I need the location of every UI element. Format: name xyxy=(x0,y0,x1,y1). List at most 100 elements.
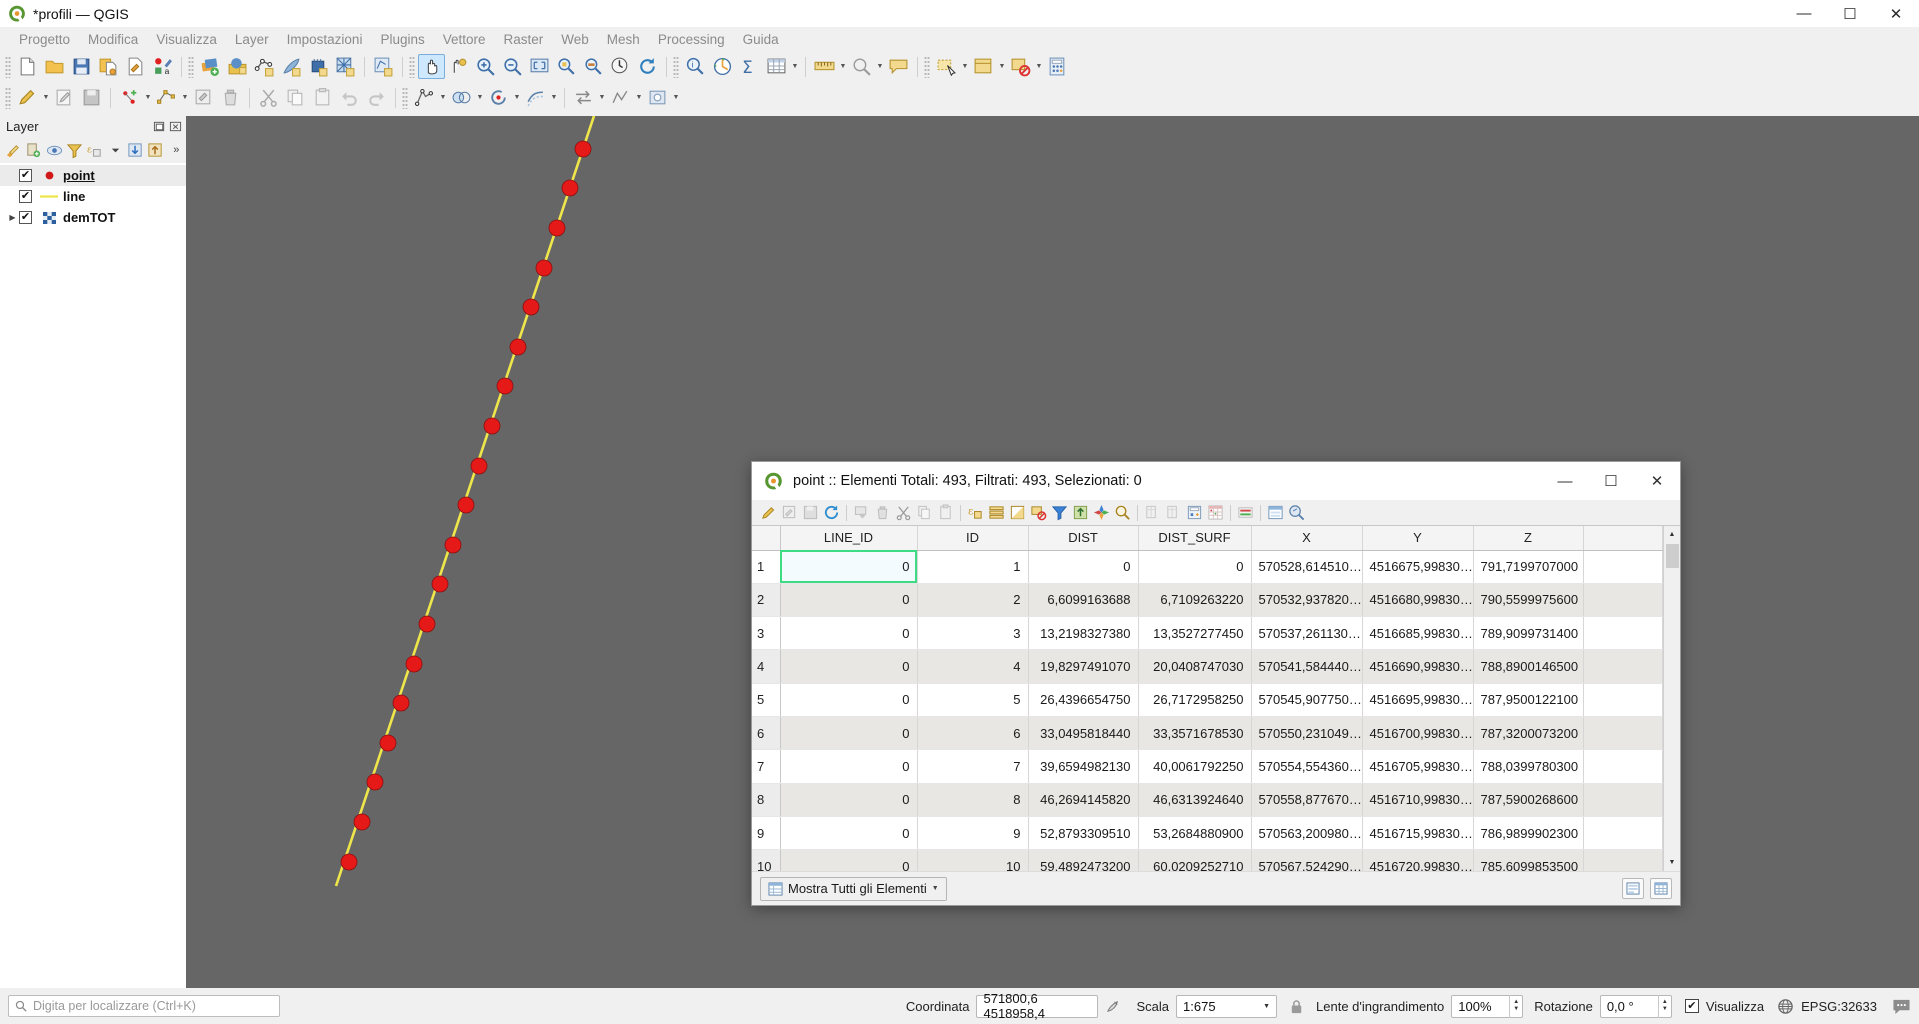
table-row[interactable]: 9 0 9 52,8793309510 53,2684880900 570563… xyxy=(752,816,1663,851)
cell-dist-surf[interactable]: 13,3527277450 xyxy=(1138,616,1252,651)
cell-y[interactable]: 4516715,99830… xyxy=(1362,816,1474,851)
new-field-icon[interactable] xyxy=(1142,502,1163,523)
table-row[interactable]: 1 0 1 0 0 570528,614510… 4516675,99830… … xyxy=(752,550,1663,584)
cell-dist-surf[interactable]: 33,3571678530 xyxy=(1138,716,1252,751)
toolbar-grip[interactable] xyxy=(188,55,194,78)
column-header-dist[interactable]: DIST xyxy=(1028,526,1139,551)
table-vertical-scrollbar[interactable]: ▲ ▼ xyxy=(1663,526,1680,871)
cell-z[interactable]: 787,5900268600 xyxy=(1473,783,1584,817)
menu-item-modifica[interactable]: Modifica xyxy=(79,29,147,50)
chevron-down-icon[interactable]: ▼ xyxy=(549,85,559,110)
cell-dist-surf[interactable]: 0 xyxy=(1138,550,1252,584)
cell-z[interactable]: 785,6099853500 xyxy=(1473,849,1584,871)
new-map-layer-icon[interactable] xyxy=(197,54,224,79)
map-canvas[interactable]: point :: Elementi Totali: 493, Filtrati:… xyxy=(186,116,1919,988)
add-feature-icon[interactable] xyxy=(851,502,872,523)
cell-line-id[interactable]: 0 xyxy=(780,716,918,751)
attribute-table-dialog[interactable]: point :: Elementi Totali: 493, Filtrati:… xyxy=(751,461,1681,906)
cell-x[interactable]: 570558,877670… xyxy=(1251,783,1363,817)
data-source-manager-icon[interactable] xyxy=(224,54,251,79)
simplify-feature-icon[interactable] xyxy=(607,85,634,110)
paste-features-icon[interactable] xyxy=(935,502,956,523)
chevron-down-icon[interactable]: ▼ xyxy=(790,54,800,79)
cell-dist-surf[interactable]: 26,7172958250 xyxy=(1138,683,1252,717)
table-view-button[interactable] xyxy=(1650,878,1672,899)
reverse-line-icon[interactable] xyxy=(570,85,597,110)
current-edits-icon[interactable] xyxy=(14,85,41,110)
table-row[interactable]: 10 0 10 59,4892473200 60,0209252710 5705… xyxy=(752,849,1663,871)
toolbar-grip[interactable] xyxy=(409,55,415,78)
table-row[interactable]: 3 0 3 13,2198327380 13,3527277450 570537… xyxy=(752,616,1663,651)
zoom-in-icon[interactable] xyxy=(472,54,499,79)
layer-visibility-checkbox[interactable]: ✔ xyxy=(19,211,32,224)
column-header-y[interactable]: Y xyxy=(1362,526,1474,551)
menu-item-layer[interactable]: Layer xyxy=(226,29,278,50)
cell-z[interactable]: 790,5599975600 xyxy=(1473,583,1584,618)
menu-item-plugins[interactable]: Plugins xyxy=(371,29,433,50)
toolbar-grip[interactable] xyxy=(402,86,408,109)
table-row[interactable]: 2 0 2 6,6099163688 6,7109263220 570532,9… xyxy=(752,583,1663,618)
cell-id[interactable]: 4 xyxy=(917,649,1029,684)
table-row[interactable]: 4 0 4 19,8297491070 20,0408747030 570541… xyxy=(752,649,1663,684)
cut-features-icon[interactable] xyxy=(255,85,282,110)
chevron-down-icon[interactable]: ▼ xyxy=(932,885,939,892)
dialog-minimize-button[interactable]: — xyxy=(1542,462,1588,500)
new-project-icon[interactable] xyxy=(14,54,41,79)
table-row[interactable]: 7 0 7 39,6594982130 40,0061792250 570554… xyxy=(752,749,1663,784)
cell-x[interactable]: 570563,200980… xyxy=(1251,816,1363,851)
cell-dist-surf[interactable]: 20,0408747030 xyxy=(1138,649,1252,684)
menu-item-web[interactable]: Web xyxy=(552,29,598,50)
project-properties-icon[interactable] xyxy=(122,54,149,79)
window-maximize-button[interactable]: ☐ xyxy=(1827,0,1873,27)
cell-dist-surf[interactable]: 6,7109263220 xyxy=(1138,583,1252,618)
chevron-down-icon[interactable]: ▼ xyxy=(143,85,153,110)
refresh-icon[interactable] xyxy=(821,502,842,523)
menu-item-visualizza[interactable]: Visualizza xyxy=(147,29,226,50)
cell-y[interactable]: 4516680,99830… xyxy=(1362,583,1474,618)
cell-dist[interactable]: 13,2198327380 xyxy=(1028,616,1139,651)
add-ring-icon[interactable] xyxy=(644,85,671,110)
cell-id[interactable]: 8 xyxy=(917,783,1029,817)
show-map-tips-icon[interactable] xyxy=(885,54,912,79)
lock-scale-icon[interactable] xyxy=(1288,998,1305,1015)
render-checkbox[interactable]: ✔ xyxy=(1684,999,1699,1013)
cell-line-id[interactable]: 0 xyxy=(780,816,918,851)
zoom-layer-icon[interactable] xyxy=(580,54,607,79)
zoom-native-icon[interactable] xyxy=(607,54,634,79)
rotation-input[interactable]: 0,0 ° ▲ ▼ xyxy=(1599,994,1672,1018)
zoom-full-icon[interactable] xyxy=(526,54,553,79)
table-row[interactable]: 8 0 8 46,2694145820 46,6313924640 570558… xyxy=(752,783,1663,817)
rotation-stepper[interactable]: ▲ ▼ xyxy=(1657,994,1671,1018)
menu-item-vettore[interactable]: Vettore xyxy=(434,29,495,50)
float-panel-icon[interactable] xyxy=(153,120,166,133)
toolbar-grip[interactable] xyxy=(924,55,930,78)
magnifier-stepper[interactable]: ▲ ▼ xyxy=(1509,994,1522,1018)
cell-id[interactable]: 3 xyxy=(917,616,1029,651)
column-header-dist-surf[interactable]: DIST_SURF xyxy=(1138,526,1252,551)
chevron-down-icon[interactable]: ▼ xyxy=(41,85,51,110)
save-project-as-icon[interactable] xyxy=(95,54,122,79)
undo-icon[interactable] xyxy=(336,85,363,110)
menu-item-guida[interactable]: Guida xyxy=(734,29,788,50)
measure-line-icon[interactable] xyxy=(811,54,838,79)
zoom-out-icon[interactable] xyxy=(499,54,526,79)
open-project-icon[interactable] xyxy=(41,54,68,79)
open-field-calculator-icon[interactable] xyxy=(1184,502,1205,523)
move-selection-to-top-icon[interactable] xyxy=(1070,502,1091,523)
collapse-all-icon[interactable] xyxy=(146,140,165,160)
save-edits-icon[interactable] xyxy=(779,502,800,523)
select-by-expression-icon[interactable] xyxy=(970,54,997,79)
cell-id[interactable]: 9 xyxy=(917,816,1029,851)
cell-z[interactable]: 788,8900146500 xyxy=(1473,649,1584,684)
new-memory-layer-icon[interactable] xyxy=(305,54,332,79)
cell-x[interactable]: 570567,524290… xyxy=(1251,849,1363,871)
attribute-table-icon[interactable] xyxy=(763,54,790,79)
magnifier-input[interactable]: 100% ▲ ▼ xyxy=(1451,994,1524,1018)
cell-z[interactable]: 791,7199707000 xyxy=(1473,550,1584,584)
redo-icon[interactable] xyxy=(363,85,390,110)
toggle-extents-icon[interactable] xyxy=(1105,998,1122,1015)
window-minimize-button[interactable]: — xyxy=(1781,0,1827,27)
scale-combobox[interactable]: 1:675 ▼ xyxy=(1176,994,1278,1018)
save-project-icon[interactable] xyxy=(68,54,95,79)
actions-icon[interactable] xyxy=(1286,502,1307,523)
